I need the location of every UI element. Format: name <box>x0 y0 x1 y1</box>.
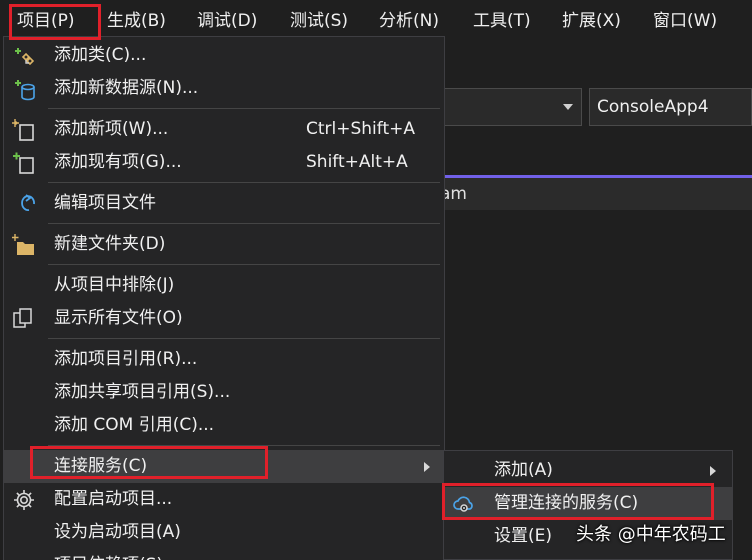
submenu-item-manage-connected-services[interactable]: 管理连接的服务(C) <box>444 487 732 520</box>
menu-item-add-datasource[interactable]: 添加新数据源(N)... <box>4 72 444 105</box>
menu-item-label: 从项目中排除(J) <box>54 275 175 295</box>
menu-item-set-as-startup-project[interactable]: 设为启动项目(A) <box>4 516 444 549</box>
menu-item-edit-project-file[interactable]: 编辑项目文件 <box>4 187 444 220</box>
project-combo-value: ConsoleApp4 <box>597 97 709 117</box>
menu-item-label: 添加现有项(G)... <box>54 152 182 172</box>
menu-window[interactable]: 窗口(W) <box>653 0 717 42</box>
new-folder-icon <box>11 233 36 257</box>
menu-extensions[interactable]: 扩展(X) <box>562 0 621 42</box>
project-combo[interactable]: ConsoleApp4 <box>589 88 752 126</box>
menu-item-label: 新建文件夹(D) <box>54 234 166 254</box>
menu-separator <box>48 182 440 183</box>
add-datasource-icon <box>12 77 36 101</box>
add-new-item-icon <box>11 118 36 142</box>
menu-separator <box>48 108 440 109</box>
menu-separator <box>48 338 440 339</box>
menu-item-show-all-files[interactable]: 显示所有文件(O) <box>4 302 444 335</box>
menu-item-new-folder[interactable]: 新建文件夹(D) <box>4 228 444 261</box>
show-all-files-icon <box>12 307 36 331</box>
document-tab-bar: am <box>440 178 752 210</box>
menu-item-label: 项目依赖项(S)... <box>54 549 179 560</box>
edit-project-file-icon <box>12 192 36 216</box>
menu-item-label: 添加 COM 引用(C)... <box>54 415 215 435</box>
menu-item-connected-services[interactable]: 连接服务(C) <box>4 450 444 483</box>
add-class-icon <box>12 44 36 68</box>
menu-item-label: 配置启动项目... <box>54 489 173 509</box>
submenu-item-label: 管理连接的服务(C) <box>494 493 639 513</box>
menu-item-label: 编辑项目文件 <box>54 193 156 213</box>
menu-separator <box>48 445 440 446</box>
menu-item-label: 添加类(C)... <box>54 45 147 65</box>
submenu-item-label: 添加(A) <box>494 460 553 480</box>
submenu-item-add[interactable]: 添加(A) <box>444 454 732 487</box>
menu-item-add-class[interactable]: 添加类(C)... <box>4 39 444 72</box>
submenu-item-label: 设置(E) <box>494 526 553 546</box>
menu-item-shortcut: Shift+Alt+A <box>306 152 408 172</box>
menu-tools[interactable]: 工具(T) <box>473 0 531 42</box>
menu-item-add-new-item[interactable]: 添加新项(W)... Ctrl+Shift+A <box>4 113 444 146</box>
menu-separator <box>48 223 440 224</box>
menu-item-configure-startup-projects[interactable]: 配置启动项目... <box>4 483 444 516</box>
menu-item-add-com-reference[interactable]: 添加 COM 引用(C)... <box>4 409 444 442</box>
menu-item-add-existing-item[interactable]: 添加现有项(G)... Shift+Alt+A <box>4 146 444 179</box>
menu-item-add-shared-project-reference[interactable]: 添加共享项目引用(S)... <box>4 376 444 409</box>
menu-item-exclude-from-project[interactable]: 从项目中排除(J) <box>4 269 444 302</box>
add-existing-item-icon <box>12 151 36 175</box>
submenu-arrow-icon <box>710 466 716 476</box>
menu-item-label: 添加共享项目引用(S)... <box>54 382 231 402</box>
gear-icon <box>12 488 36 512</box>
menu-item-label: 连接服务(C) <box>54 456 148 476</box>
menu-separator <box>48 264 440 265</box>
menu-item-project-dependencies[interactable]: 项目依赖项(S)... <box>4 549 444 560</box>
watermark: 头条 @中年农码工 <box>576 524 726 545</box>
chevron-down-icon[interactable] <box>563 104 573 110</box>
configuration-combo[interactable] <box>440 88 582 126</box>
menu-item-label: 添加新数据源(N)... <box>54 78 199 98</box>
menu-item-add-project-reference[interactable]: 添加项目引用(R)... <box>4 343 444 376</box>
project-menu: 添加类(C)... 添加新数据源(N)... 添加新项(W)... Ctrl+S… <box>3 36 445 560</box>
menu-item-label: 设为启动项目(A) <box>54 522 181 542</box>
menu-item-label: 添加新项(W)... <box>54 119 169 139</box>
submenu-arrow-icon <box>424 462 430 472</box>
menu-item-shortcut: Ctrl+Shift+A <box>306 119 416 139</box>
menu-item-label: 添加项目引用(R)... <box>54 349 198 369</box>
cloud-gear-icon <box>452 492 476 516</box>
menu-item-label: 显示所有文件(O) <box>54 308 183 328</box>
